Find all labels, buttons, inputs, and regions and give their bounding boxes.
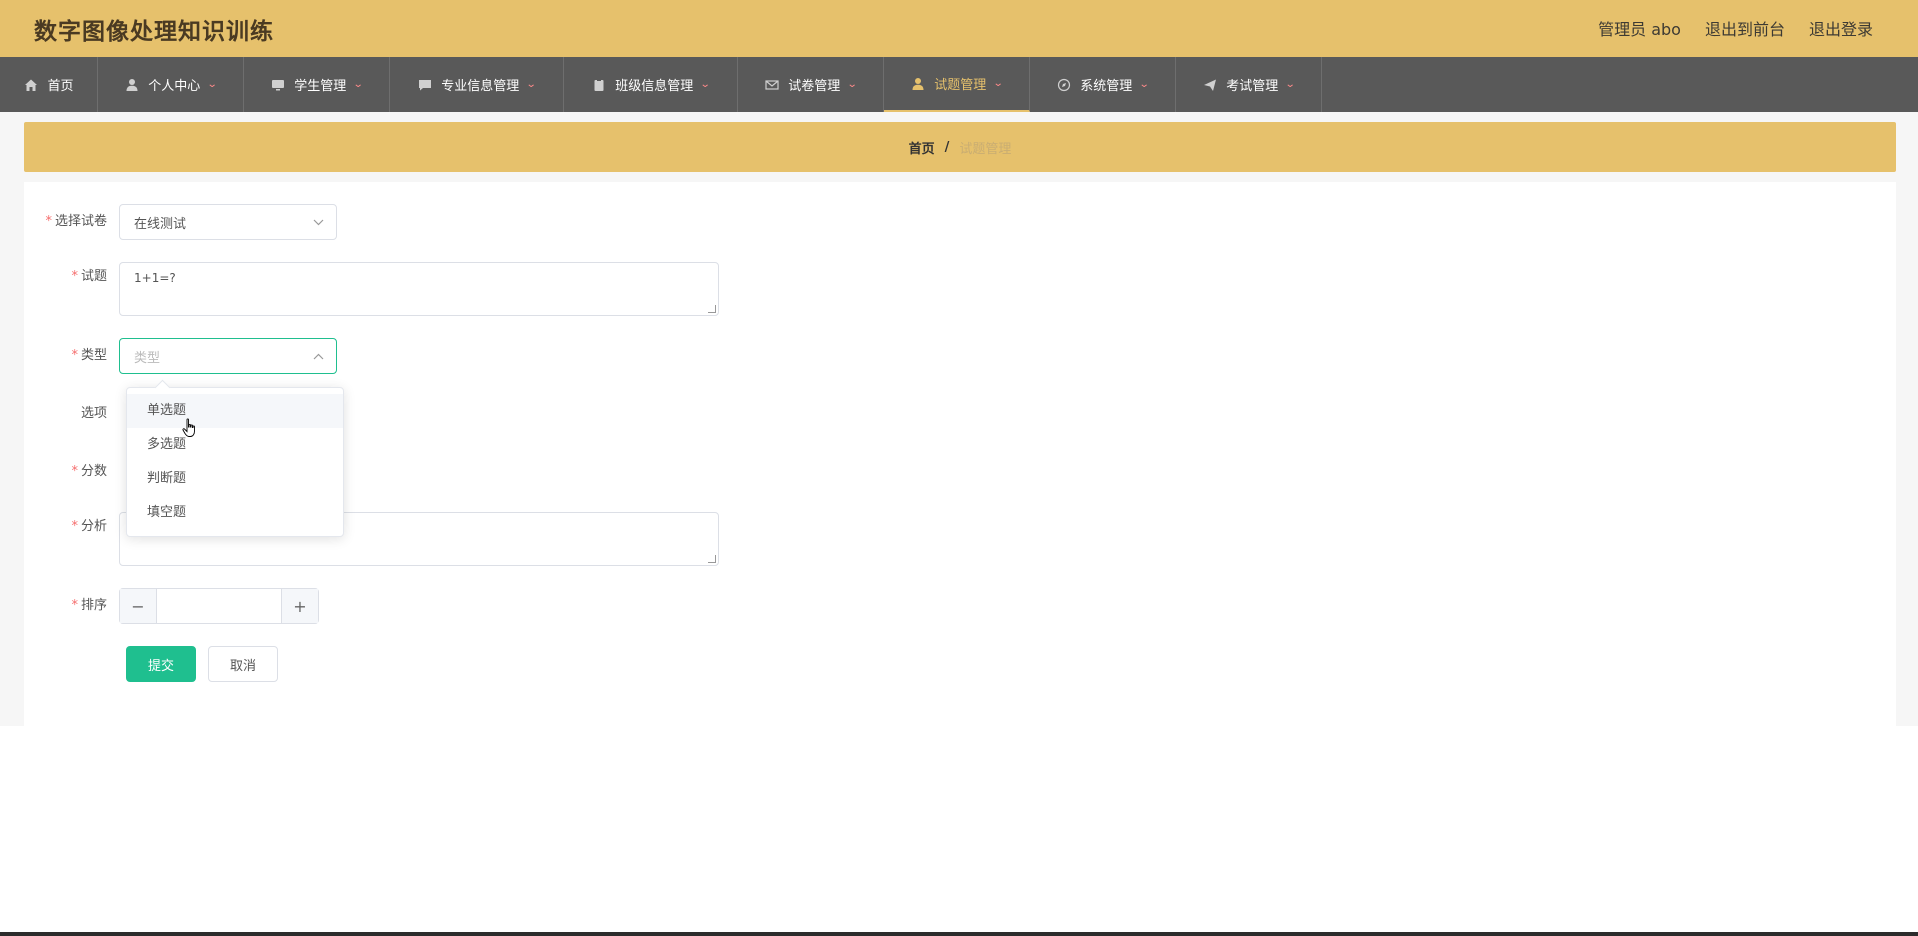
required-mark: * — [45, 214, 52, 229]
nav-item-label: 考试管理 — [1226, 79, 1279, 94]
nav-item-label: 班级信息管理 — [615, 79, 694, 94]
required-mark: * — [71, 269, 78, 284]
chevron-down-icon: ⌄ — [847, 79, 858, 90]
nav-item-home[interactable]: 首页 — [0, 57, 98, 112]
dropdown-option-single-choice[interactable]: 单选题 — [127, 394, 343, 428]
nav-item-paper-management[interactable]: 试卷管理 ⌄ — [738, 57, 884, 112]
admin-user-label: 管理员 abo — [1598, 20, 1681, 39]
nav-item-label: 学生管理 — [294, 79, 347, 94]
dropdown-option-true-false[interactable]: 判断题 — [127, 462, 343, 496]
resize-grip-icon[interactable] — [708, 555, 716, 563]
send-icon — [1202, 77, 1218, 93]
top-header: 数字图像处理知识训练 管理员 abo 退出到前台 退出登录 — [0, 0, 1918, 57]
type-select-placeholder: 类型 — [134, 350, 161, 366]
form-row-score: * 分数 — [24, 462, 119, 482]
options-label: 选项 — [80, 406, 107, 421]
dropdown-option-multiple-choice[interactable]: 多选题 — [127, 428, 343, 462]
form-row-options: 选项 — [24, 404, 119, 424]
nav-item-major-info[interactable]: 专业信息管理 ⌄ — [390, 57, 564, 112]
form-row-question: * 试题 1+1=? — [24, 262, 719, 316]
nav-item-label: 试卷管理 — [788, 79, 841, 94]
main-nav: 首页 个人中心 ⌄ 学生管理 ⌄ 专业信息管理 ⌄ 班级信息管理 ⌄ 试卷管理 … — [0, 57, 1918, 112]
question-label: * 试题 — [71, 269, 107, 284]
submit-button[interactable]: 提交 — [126, 646, 196, 682]
app-title: 数字图像处理知识训练 — [34, 19, 274, 45]
plus-icon[interactable]: + — [281, 589, 318, 623]
form-row-order: * 排序 − + — [24, 588, 319, 624]
score-label: * 分数 — [71, 464, 107, 479]
order-stepper: − + — [119, 588, 319, 624]
required-mark: * — [71, 598, 78, 613]
home-icon — [23, 77, 39, 93]
bottom-edge — [0, 932, 1918, 936]
nav-item-student-management[interactable]: 学生管理 ⌄ — [244, 57, 390, 112]
chevron-down-icon: ⌄ — [700, 79, 711, 90]
form-row-paper: * 选择试卷 在线测试 — [24, 204, 337, 240]
chevron-down-icon: ⌄ — [1139, 79, 1150, 90]
order-input[interactable] — [157, 589, 281, 623]
chevron-down-icon: ⌄ — [526, 79, 537, 90]
paper-select-value: 在线测试 — [134, 216, 187, 232]
nav-item-label: 专业信息管理 — [441, 79, 520, 94]
nav-item-question-management[interactable]: 试题管理 ⌄ — [884, 57, 1030, 112]
header-links: 管理员 abo 退出到前台 退出登录 — [1598, 16, 1873, 40]
paper-select[interactable]: 在线测试 — [119, 204, 337, 240]
resize-grip-icon[interactable] — [708, 305, 716, 313]
analysis-label: * 分析 — [71, 519, 107, 534]
chevron-up-icon — [312, 350, 324, 362]
nav-item-label: 试题管理 — [934, 78, 987, 93]
dropdown-option-fill-blank[interactable]: 填空题 — [127, 496, 343, 530]
paper-label: * 选择试卷 — [45, 214, 107, 229]
required-mark: * — [71, 348, 78, 363]
nav-item-class-info[interactable]: 班级信息管理 ⌄ — [564, 57, 738, 112]
question-textarea[interactable]: 1+1=? — [119, 262, 719, 316]
clipboard-icon — [591, 77, 607, 93]
required-mark: * — [71, 464, 78, 479]
required-mark: * — [71, 519, 78, 534]
type-label: * 类型 — [71, 348, 107, 363]
order-label: * 排序 — [71, 598, 107, 613]
logout-link[interactable]: 退出登录 — [1809, 16, 1873, 40]
chevron-down-icon: ⌄ — [1285, 79, 1296, 90]
chevron-down-icon: ⌄ — [353, 79, 364, 90]
breadcrumb-home[interactable]: 首页 — [909, 138, 935, 157]
breadcrumb: 首页 / 试题管理 — [24, 122, 1896, 172]
user-icon — [124, 77, 140, 93]
nav-item-personal-center[interactable]: 个人中心 ⌄ — [98, 57, 244, 112]
chat-icon — [417, 77, 433, 93]
chevron-down-icon: ⌄ — [207, 79, 218, 90]
breadcrumb-separator: / — [944, 139, 950, 155]
hand-cursor-icon — [182, 418, 198, 438]
monitor-icon — [270, 77, 286, 93]
exit-to-front-link[interactable]: 退出到前台 — [1705, 16, 1785, 40]
form-actions: 提交 取消 — [126, 646, 278, 682]
minus-icon[interactable]: − — [120, 589, 157, 623]
question-text: 1+1=? — [134, 271, 176, 285]
chevron-down-icon — [312, 216, 324, 228]
mail-icon — [764, 77, 780, 93]
compass-icon — [1056, 77, 1072, 93]
cancel-button[interactable]: 取消 — [208, 646, 278, 682]
type-dropdown: 单选题 多选题 判断题 填空题 — [126, 387, 344, 537]
chevron-down-icon: ⌄ — [993, 78, 1004, 89]
breadcrumb-current: 试题管理 — [959, 141, 1012, 157]
nav-item-label: 系统管理 — [1080, 79, 1133, 94]
nav-item-system-management[interactable]: 系统管理 ⌄ — [1030, 57, 1176, 112]
type-select[interactable]: 类型 — [119, 338, 337, 374]
nav-item-exam-management[interactable]: 考试管理 ⌄ — [1176, 57, 1322, 112]
form-row-type: * 类型 类型 — [24, 338, 337, 374]
nav-item-label: 首页 — [47, 79, 74, 94]
nav-item-label: 个人中心 — [148, 79, 201, 94]
user-icon — [910, 76, 926, 92]
